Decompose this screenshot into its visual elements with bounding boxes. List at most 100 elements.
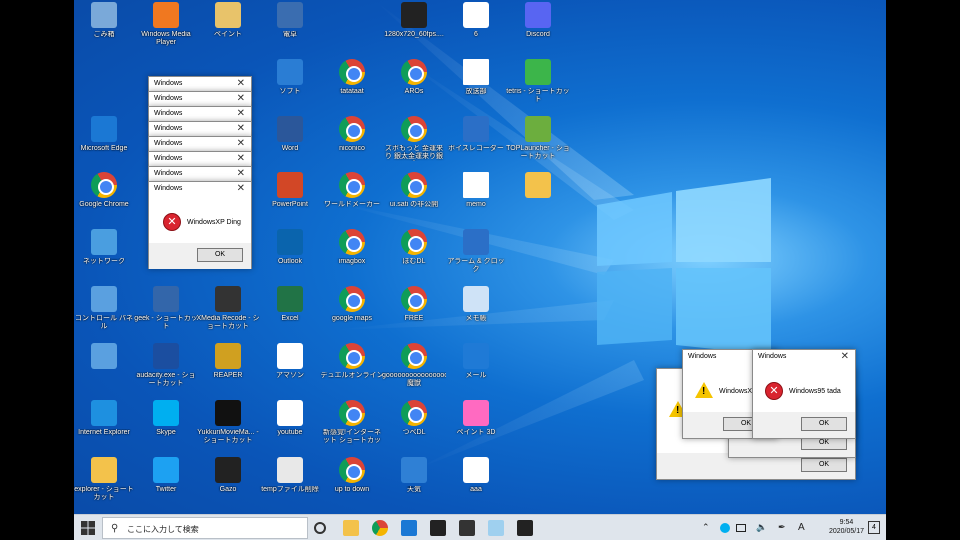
stacked-dialog[interactable]: Windows ✕ [148, 91, 252, 107]
desktop-icon[interactable]: tempファイル削除 [258, 457, 322, 513]
desktop-icon[interactable]: ワールドメーカー [320, 172, 384, 228]
clock[interactable]: 9:54 2020/05/17 [829, 518, 864, 536]
stacked-dialog[interactable]: Windows ✕ [148, 136, 252, 152]
close-icon[interactable]: ✕ [237, 168, 245, 179]
pen-icon[interactable]: ✒ [778, 522, 786, 533]
desktop-icon[interactable] [506, 172, 570, 228]
desktop-icon[interactable]: geek - ショートカット [134, 286, 198, 342]
volume-icon[interactable]: 🔈 [756, 522, 767, 533]
notification-center-icon[interactable]: 4 [868, 521, 880, 534]
desktop-icon[interactable]: 新感覚!インターネット ショートカット [320, 400, 384, 456]
desktop-icon[interactable]: ペイント [196, 2, 260, 58]
desktop-icon[interactable]: メール [444, 343, 508, 399]
close-icon[interactable]: ✕ [237, 108, 245, 119]
desktop-icon[interactable]: niconico [320, 116, 384, 172]
close-icon[interactable]: ✕ [237, 123, 245, 134]
desktop-icon[interactable]: デュエルオンライン [320, 343, 384, 399]
desktop-icon[interactable]: ソフト [258, 59, 322, 115]
stacked-dialog[interactable]: Windows ✕ [148, 166, 252, 182]
desktop-icon[interactable]: REAPER [196, 343, 260, 399]
desktop-icon[interactable]: google maps [320, 286, 384, 342]
desktop-icon[interactable]: memo [444, 172, 508, 228]
search-box[interactable]: ⚲ ここに入力して検索 [102, 517, 308, 539]
chrome-taskbar-icon[interactable] [372, 520, 388, 536]
desktop-icon[interactable]: ペイント 3D [444, 400, 508, 456]
desktop-icon[interactable]: Excel [258, 286, 322, 342]
desktop-icon[interactable]: ui.sati の非公開 [382, 172, 446, 228]
desktop-icon[interactable]: imagbox [320, 229, 384, 285]
desktop-icon[interactable]: Google Chrome [74, 172, 136, 228]
desktop-icon[interactable]: Word [258, 116, 322, 172]
discord-icon [525, 2, 551, 28]
task-view-icon[interactable] [314, 522, 326, 534]
stacked-dialog[interactable]: Windows ✕ [148, 121, 252, 137]
notepad-taskbar-icon[interactable] [488, 520, 504, 536]
stacked-dialog[interactable]: Windows ✕ [148, 151, 252, 167]
front-error-dialog[interactable]: Windows ✕ ✕ WindowsXP Ding OK [148, 181, 252, 269]
desktop-icon[interactable]: Outlook [258, 229, 322, 285]
script-file-icon [463, 457, 489, 483]
movie-taskbar-icon[interactable] [517, 520, 533, 536]
desktop-icon[interactable]: PowerPoint [258, 172, 322, 228]
error-dialog[interactable]: Windows ✕ ✕ Windows95 tada OK [752, 349, 856, 439]
desktop-icon[interactable]: YukkuriMovieMa... - ショートカット [196, 400, 260, 456]
desktop-icon[interactable]: 1280x720_60fps.... [382, 2, 446, 58]
desktop-icon[interactable]: つべDL [382, 400, 446, 456]
desktop-icon[interactable]: Twitter [134, 457, 198, 513]
start-button[interactable] [80, 520, 96, 536]
close-icon[interactable]: ✕ [237, 138, 245, 149]
ok-button[interactable]: OK [197, 248, 243, 262]
desktop-icon[interactable]: explorer - ショートカット [74, 457, 136, 513]
desktop-icon[interactable]: ボイスレコーダー [444, 116, 508, 172]
desktop-icon[interactable]: Internet Explorer [74, 400, 136, 456]
desktop-icon[interactable]: ズボもっと 金運来り 銀太金運来り銀太 [382, 116, 446, 172]
desktop-icon[interactable]: 電卓 [258, 2, 322, 58]
desktop-icon[interactable]: AROs [382, 59, 446, 115]
desktop-icon[interactable]: メモ帳 [444, 286, 508, 342]
desktop-icon[interactable]: アラーム & クロック [444, 229, 508, 285]
ok-button[interactable]: OK [801, 417, 847, 431]
desktop-icon[interactable]: ネットワーク [74, 229, 136, 285]
desktop-icon[interactable]: audacity.exe - ショートカット [134, 343, 198, 399]
ime-indicator[interactable]: A [798, 522, 805, 533]
desktop-icon[interactable]: ぽむDL [382, 229, 446, 285]
desktop-icon[interactable]: 天気 [382, 457, 446, 513]
chevron-up-icon[interactable]: ⌃ [702, 522, 710, 533]
gazo-taskbar-icon[interactable] [459, 520, 475, 536]
stacked-dialog[interactable]: Windows ✕ [148, 106, 252, 122]
desktop-icon[interactable]: ごみ箱 [74, 2, 136, 58]
desktop-icon[interactable]: tatataat [320, 59, 384, 115]
desktop-icon[interactable]: goooooooooooooooogle 魔獣 [382, 343, 446, 399]
desktop-icon[interactable]: Skype [134, 400, 198, 456]
desktop-icon[interactable]: Discord [506, 2, 570, 58]
desktop-icon[interactable]: 6 [444, 2, 508, 58]
desktop-icon[interactable]: 放送部 [444, 59, 508, 115]
skype-tray-icon[interactable] [720, 523, 730, 533]
file-explorer-icon[interactable] [343, 520, 359, 536]
desktop-icon-label: ぽむDL [402, 258, 426, 265]
desktop-icon[interactable]: アマゾン [258, 343, 322, 399]
close-icon[interactable]: ✕ [237, 183, 245, 194]
desktop-icon[interactable]: aaa [444, 457, 508, 513]
desktop-icon[interactable]: Gazo [196, 457, 260, 513]
close-icon[interactable]: ✕ [237, 78, 245, 89]
network-icon[interactable] [736, 524, 746, 532]
desktop-icon[interactable]: Windows Media Player [134, 2, 198, 58]
desktop-icon[interactable]: XMedia Recode - ショートカット [196, 286, 260, 342]
close-icon[interactable]: ✕ [841, 351, 849, 362]
desktop-icon[interactable]: FREE [382, 286, 446, 342]
close-icon[interactable]: ✕ [237, 153, 245, 164]
desktop-icon[interactable]: tetris - ショートカット [506, 59, 570, 115]
desktop-icon[interactable]: コントロール パネル [74, 286, 136, 342]
desktop-icon[interactable]: youtube [258, 400, 322, 456]
desktop-icon[interactable]: TOPLauncher - ショートカット [506, 116, 570, 172]
desktop-icon[interactable]: up to down [320, 457, 384, 513]
close-icon[interactable]: ✕ [237, 93, 245, 104]
ok-button[interactable]: OK [801, 458, 847, 472]
video-taskbar-icon[interactable] [430, 520, 446, 536]
desktop-icon[interactable] [74, 343, 136, 399]
desktop[interactable]: ごみ箱 Windows Media Player ペイント 電卓 1280x720_60… [74, 0, 886, 540]
desktop-icon[interactable]: Microsoft Edge [74, 116, 136, 172]
edge-taskbar-icon[interactable] [401, 520, 417, 536]
stacked-dialog[interactable]: Windows ✕ [148, 76, 252, 92]
